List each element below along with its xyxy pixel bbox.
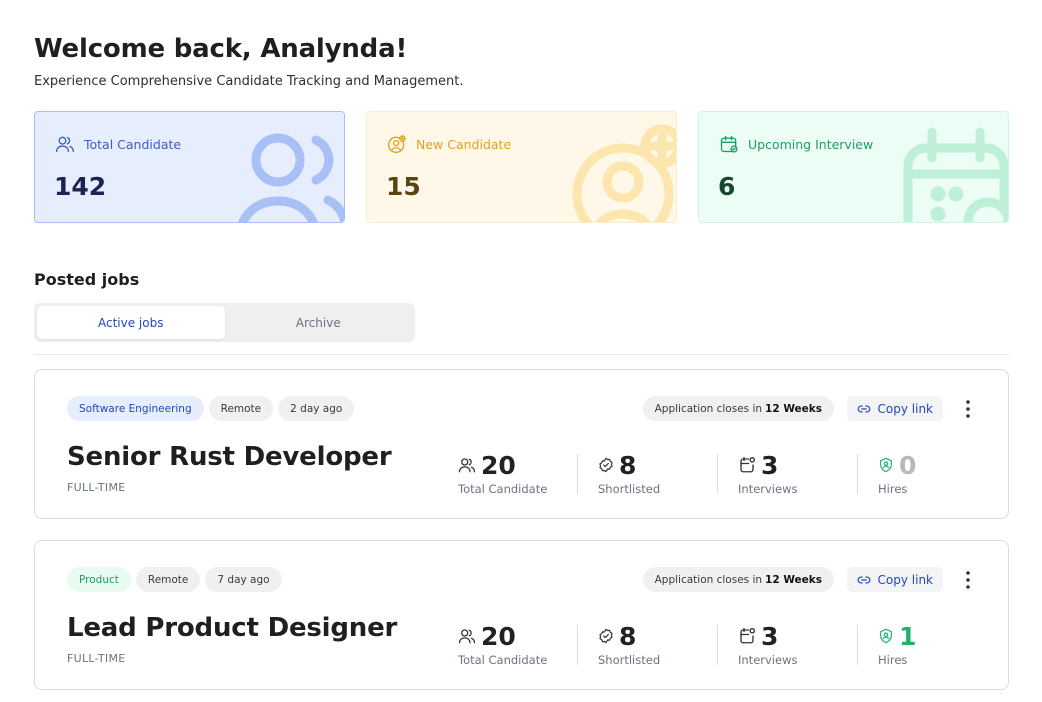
copy-link-button[interactable]: Copy link (846, 567, 943, 592)
job-tags: Product Remote 7 day ago (67, 567, 282, 592)
metric-interviews: 3 Interviews (738, 621, 798, 668)
badge-check-icon (598, 457, 614, 473)
metric-label: Shortlisted (598, 482, 661, 496)
job-type: FULL-TIME (67, 481, 126, 494)
metric-label: Interviews (738, 653, 798, 667)
page-title: Welcome back, Analynda! (34, 34, 408, 64)
tag-posted: 7 day ago (205, 567, 282, 592)
divider (34, 354, 1009, 355)
metric-divider (577, 454, 578, 494)
badge-check-icon (598, 628, 614, 644)
users-icon (236, 122, 344, 222)
metric-divider (717, 625, 718, 665)
job-card[interactable]: Software Engineering Remote 2 day ago Ap… (34, 369, 1009, 519)
copy-link-label: Copy link (877, 572, 933, 587)
calendar-icon (900, 122, 1008, 222)
stat-value: 142 (54, 172, 107, 201)
closes-value: 12 Weeks (765, 573, 822, 586)
metric-total-candidate: 20 Total Candidate (458, 450, 548, 497)
metric-divider (857, 625, 858, 665)
job-card[interactable]: Product Remote 7 day ago Application clo… (34, 540, 1009, 690)
stat-value: 6 (718, 172, 736, 201)
more-options-button[interactable] (960, 568, 976, 592)
link-icon (857, 573, 871, 587)
hire-badge-icon (878, 628, 894, 644)
stat-label: Total Candidate (84, 136, 182, 152)
closes-prefix: Application closes in (654, 573, 763, 586)
copy-link-label: Copy link (877, 401, 933, 416)
tab-archive[interactable]: Archive (225, 306, 413, 339)
more-vertical-icon (966, 571, 970, 589)
page-subtitle: Experience Comprehensive Candidate Track… (34, 74, 464, 89)
job-type: FULL-TIME (67, 652, 126, 665)
users-icon (458, 627, 476, 645)
closes-prefix: Application closes in (654, 402, 763, 415)
more-options-button[interactable] (960, 397, 976, 421)
hire-badge-icon (878, 457, 894, 473)
metric-value: 0 (899, 450, 917, 480)
metric-divider (577, 625, 578, 665)
metric-value: 1 (899, 621, 917, 651)
metric-value: 20 (481, 450, 516, 480)
more-vertical-icon (966, 400, 970, 418)
metric-value: 20 (481, 621, 516, 651)
metric-label: Hires (878, 482, 908, 496)
copy-link-button[interactable]: Copy link (846, 396, 943, 421)
application-closes-badge: Application closes in 12 Weeks (642, 396, 834, 421)
metric-total-candidate: 20 Total Candidate (458, 621, 548, 668)
metric-label: Hires (878, 653, 908, 667)
tag-category: Product (67, 567, 131, 592)
job-title[interactable]: Lead Product Designer (67, 613, 397, 643)
section-title: Posted jobs (34, 270, 140, 289)
metric-divider (717, 454, 718, 494)
stat-label: Upcoming Interview (748, 136, 874, 152)
metric-interviews: 3 Interviews (738, 450, 798, 497)
metric-value: 8 (619, 621, 637, 651)
tab-active-jobs[interactable]: Active jobs (37, 306, 225, 339)
metric-shortlisted: 8 Shortlisted (598, 621, 661, 668)
calendar-icon (738, 456, 756, 474)
metric-shortlisted: 8 Shortlisted (598, 450, 661, 497)
tag-location: Remote (135, 567, 201, 592)
tag-category: Software Engineering (67, 396, 204, 421)
stat-card-total-candidate[interactable]: Total Candidate 142 (34, 111, 345, 223)
stat-label: New Candidate (416, 136, 512, 152)
tag-posted: 2 day ago (278, 396, 355, 421)
link-icon (857, 402, 871, 416)
application-closes-badge: Application closes in 12 Weeks (642, 567, 834, 592)
jobs-tabs: Active jobs Archive (34, 303, 415, 342)
stat-card-new-candidate[interactable]: New Candidate 15 (366, 111, 677, 223)
metric-label: Total Candidate (458, 653, 548, 667)
tag-location: Remote (208, 396, 274, 421)
metric-label: Shortlisted (598, 653, 661, 667)
users-icon (458, 456, 476, 474)
metric-label: Interviews (738, 482, 798, 496)
calendar-icon (738, 627, 756, 645)
job-title[interactable]: Senior Rust Developer (67, 442, 392, 472)
closes-value: 12 Weeks (765, 402, 822, 415)
metric-value: 3 (761, 450, 779, 480)
calendar-icon (719, 134, 739, 154)
new-candidate-icon (568, 122, 676, 222)
job-tags: Software Engineering Remote 2 day ago (67, 396, 355, 421)
users-icon (55, 134, 75, 154)
metric-value: 8 (619, 450, 637, 480)
metric-hires: 0 Hires (878, 450, 917, 497)
metric-hires: 1 Hires (878, 621, 917, 668)
stat-value: 15 (386, 172, 421, 201)
metric-value: 3 (761, 621, 779, 651)
stat-card-upcoming-interview[interactable]: Upcoming Interview 6 (698, 111, 1009, 223)
metric-divider (857, 454, 858, 494)
new-candidate-icon (387, 134, 407, 154)
metric-label: Total Candidate (458, 482, 548, 496)
